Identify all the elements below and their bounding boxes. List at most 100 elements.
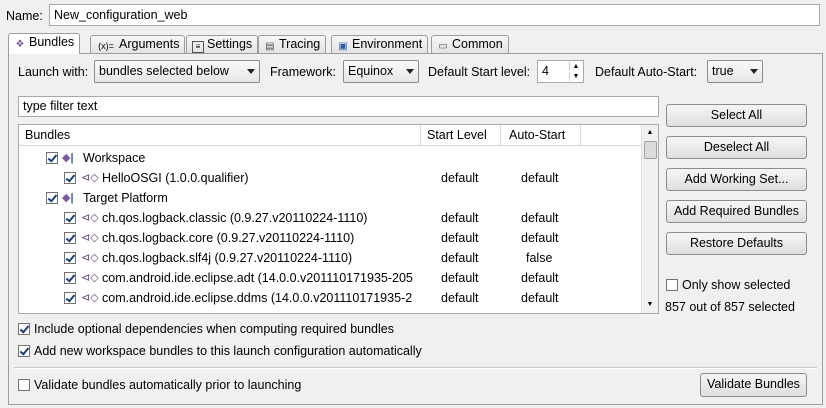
validate-auto-checkbox[interactable] — [18, 379, 30, 391]
auto-start-cell: default — [521, 171, 559, 185]
auto-start-cell: default — [521, 211, 559, 225]
tab-label: Settings — [207, 37, 253, 51]
table-row[interactable]: ⊲◇ com.android.ide.eclipse.ddms (14.0.0.… — [19, 288, 644, 308]
bundles-table[interactable]: Bundles Start Level Auto-Start ◆| Worksp… — [18, 124, 659, 314]
tab-settings[interactable]: ≡ Settings — [186, 35, 259, 53]
bundles-icon: ❖ — [15, 39, 25, 50]
row-checkbox[interactable] — [46, 192, 58, 204]
restore-defaults-button[interactable]: Restore Defaults — [666, 232, 807, 255]
bundle-name: ch.qos.logback.slf4j (0.9.27.v20110224-1… — [102, 251, 353, 265]
auto-start-select[interactable]: true — [707, 60, 763, 83]
row-checkbox[interactable] — [64, 272, 76, 284]
filter-input[interactable]: type filter text — [18, 96, 659, 117]
tab-label: Tracing — [279, 37, 321, 51]
table-scrollbar[interactable]: ▲ ▼ — [641, 125, 658, 313]
table-row[interactable]: ◆| Target Platform — [19, 188, 644, 208]
row-checkbox[interactable] — [46, 152, 58, 164]
row-checkbox[interactable] — [64, 172, 76, 184]
row-checkbox[interactable] — [64, 252, 76, 264]
settings-icon: ≡ — [192, 41, 204, 53]
select-all-button[interactable]: Select All — [666, 104, 807, 127]
tab-label: Common — [452, 37, 503, 51]
start-level-cell: default — [441, 171, 479, 185]
spinner-down-icon[interactable]: ▼ — [569, 72, 582, 81]
column-header-auto-start[interactable]: Auto-Start — [501, 125, 581, 145]
table-row[interactable]: ◆| Workspace — [19, 148, 644, 168]
jar-bundle-icon: ⊲◇ — [81, 212, 99, 224]
environment-icon: ▣ — [338, 41, 348, 52]
launch-with-value: bundles selected below — [99, 64, 229, 78]
bundle-name: ch.qos.logback.classic (0.9.27.v20110224… — [102, 211, 368, 225]
auto-start-value: true — [712, 64, 734, 78]
column-header-bundles[interactable]: Bundles — [19, 125, 421, 145]
table-row[interactable]: ⊲◇ ch.qos.logback.classic (0.9.27.v20110… — [19, 208, 644, 228]
chevron-down-icon — [406, 69, 414, 74]
row-checkbox[interactable] — [64, 212, 76, 224]
validate-bundles-button[interactable]: Validate Bundles — [700, 373, 807, 397]
spinner-up-icon[interactable]: ▲ — [569, 62, 582, 71]
arguments-icon: (x)= — [98, 41, 114, 51]
auto-start-cell: default — [521, 291, 559, 305]
include-optional-checkbox[interactable] — [18, 323, 30, 335]
jar-bundle-icon: ⊲◇ — [81, 272, 99, 284]
add-required-bundles-button[interactable]: Add Required Bundles — [666, 200, 807, 223]
table-row[interactable]: ⊲◇ HelloOSGI (1.0.0.qualifier) default d… — [19, 168, 644, 188]
table-row[interactable]: ⊲◇ com.android.ide.eclipse.adt (14.0.0.v… — [19, 268, 644, 288]
framework-select[interactable]: Equinox — [343, 60, 419, 83]
start-level-cell: default — [441, 291, 479, 305]
framework-label: Framework: — [270, 65, 336, 79]
bundle-name: com.android.ide.eclipse.adt (14.0.0.v201… — [102, 271, 413, 285]
only-show-selected-checkbox[interactable] — [666, 279, 678, 291]
bundle-name: HelloOSGI (1.0.0.qualifier) — [102, 171, 249, 185]
tab-label: Arguments — [119, 37, 180, 51]
start-level-spinner[interactable]: 4 ▲ ▼ — [537, 60, 584, 83]
deselect-all-button[interactable]: Deselect All — [666, 136, 807, 159]
tab-arguments[interactable]: (x)= Arguments — [90, 35, 186, 53]
tab-common[interactable]: ▭ Common — [431, 35, 509, 53]
jar-bundle-icon: ⊲◇ — [81, 292, 99, 304]
table-row[interactable]: ⊲◇ ch.qos.logback.slf4j (0.9.27.v2011022… — [19, 248, 644, 268]
jar-bundle-icon: ⊲◇ — [81, 252, 99, 264]
tab-label: Environment — [352, 37, 423, 51]
framework-value: Equinox — [348, 64, 394, 78]
row-checkbox[interactable] — [64, 232, 76, 244]
launch-with-select[interactable]: bundles selected below — [94, 60, 260, 83]
table-header: Bundles Start Level Auto-Start — [19, 125, 644, 146]
plugin-icon: ⊲◇ — [81, 172, 99, 184]
table-row[interactable]: ⊲◇ ch.qos.logback.core (0.9.27.v20110224… — [19, 228, 644, 248]
auto-start-cell: default — [521, 271, 559, 285]
scroll-up-icon[interactable]: ▲ — [642, 127, 658, 139]
column-header-start-level[interactable]: Start Level — [421, 125, 501, 145]
include-optional-label: Include optional dependencies when compu… — [34, 322, 394, 336]
separator — [14, 367, 817, 369]
scroll-down-icon[interactable]: ▼ — [642, 299, 658, 311]
start-level-cell: default — [441, 211, 479, 225]
tab-tracing[interactable]: ▤ Tracing — [258, 35, 327, 53]
add-working-set-button[interactable]: Add Working Set... — [666, 168, 807, 191]
bundle-name: ch.qos.logback.core (0.9.27.v20110224-11… — [102, 231, 355, 245]
add-new-workspace-checkbox[interactable] — [18, 345, 30, 357]
validate-auto-label: Validate bundles automatically prior to … — [34, 378, 302, 392]
common-icon: ▭ — [438, 41, 448, 52]
workspace-icon: ◆| — [62, 152, 74, 164]
tab-label: Bundles — [29, 35, 75, 49]
launch-with-label: Launch with: — [18, 65, 89, 79]
name-field[interactable]: New_configuration_web — [49, 4, 820, 26]
name-label: Name: — [6, 9, 43, 23]
start-level-label: Default Start level: — [428, 65, 531, 79]
tab-environment[interactable]: ▣ Environment — [331, 35, 429, 53]
target-platform-icon: ◆| — [62, 192, 74, 204]
chevron-down-icon — [247, 69, 255, 74]
bundle-name: Workspace — [83, 151, 146, 165]
start-level-cell: default — [441, 251, 479, 265]
auto-start-cell: default — [521, 231, 559, 245]
auto-start-cell: false — [526, 251, 553, 265]
row-checkbox[interactable] — [64, 292, 76, 304]
tab-bundles[interactable]: ❖ Bundles — [8, 33, 81, 54]
jar-bundle-icon: ⊲◇ — [81, 232, 99, 244]
scroll-thumb[interactable] — [644, 141, 657, 159]
add-new-workspace-label: Add new workspace bundles to this launch… — [34, 344, 422, 358]
start-level-cell: default — [441, 271, 479, 285]
chevron-down-icon — [750, 69, 758, 74]
selection-count: 857 out of 857 selected — [665, 300, 795, 314]
